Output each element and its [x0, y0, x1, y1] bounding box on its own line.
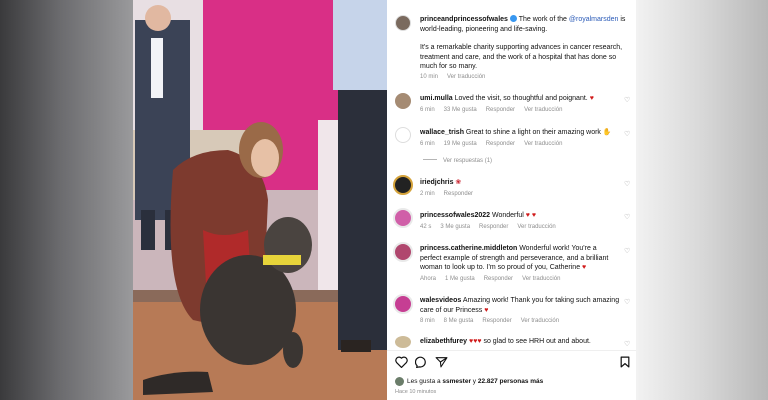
avatar[interactable] [393, 208, 413, 228]
comment-meta: Ahora 1 Me gusta Responder Ver traducción [420, 276, 569, 282]
reply-button[interactable]: Responder [486, 141, 515, 147]
comment-text: princessofwales2022 Wonderful ♥ ♥ [420, 211, 620, 221]
like-comment-heart-icon[interactable]: ♡ [624, 299, 631, 306]
comment-meta: 2 min Responder [420, 191, 482, 197]
author-username[interactable]: princeandprincessofwales [420, 16, 508, 23]
comment-time: 42 s [420, 224, 432, 230]
like-comment-heart-icon[interactable]: ♡ [624, 131, 631, 138]
reply-button[interactable]: Responder [479, 224, 508, 230]
view-replies-link[interactable]: Ver respuestas (1) [423, 158, 501, 164]
comment-time: 6 min [420, 107, 435, 113]
comment-text: wallace_trish Great to shine a light on … [420, 128, 620, 138]
red-heart-emoji-icon: ♥ ♥ [525, 212, 536, 219]
comment-time: Ahora [420, 276, 437, 282]
share-icon[interactable] [435, 356, 448, 368]
rose-emoji-icon: ❀ [455, 179, 462, 186]
mention-link[interactable]: @royalmarsden [569, 16, 619, 23]
likes-summary[interactable]: Les gusta a ssmester y 22.827 personas m… [407, 377, 543, 387]
post-photo [133, 0, 387, 400]
instagram-post-viewer: princeandprincessofwales The work of the… [0, 0, 768, 400]
avatar[interactable] [395, 336, 411, 348]
red-heart-emoji-icon: ♥ [582, 264, 587, 272]
comment-text: walesvideos Amazing work! Thank you for … [420, 296, 620, 315]
avatar[interactable] [393, 175, 413, 195]
comment-text: princess.catherine.middleton Wonderful w… [420, 244, 620, 273]
comment-time: 6 min [420, 141, 435, 147]
comment-username[interactable]: walesvideos [420, 297, 461, 304]
caption-paragraph-2: It's a remarkable charity supporting adv… [420, 44, 623, 71]
reply-button[interactable]: Responder [444, 191, 473, 197]
red-heart-emoji-icon: ♥♥♥ [469, 338, 482, 345]
comment-icon[interactable] [415, 356, 428, 368]
avatar[interactable] [393, 242, 413, 262]
translate-link[interactable]: Ver traducción [524, 107, 562, 113]
comment-username[interactable]: princessofwales2022 [420, 212, 490, 219]
red-heart-emoji-icon: ♥ [589, 95, 594, 102]
caption-text: The work of the [516, 16, 569, 23]
reply-button[interactable]: Responder [484, 276, 513, 282]
avatar[interactable] [393, 294, 413, 314]
post-caption: princeandprincessofwales The work of the… [420, 15, 626, 34]
comment-body: Great to shine a light on their amazing … [465, 129, 601, 136]
comment-meta: 6 min 33 Me gusta Responder Ver traducción [420, 107, 571, 113]
comment-time: 8 min [420, 318, 435, 324]
view-replies-label: Ver respuestas (1) [443, 158, 493, 164]
likes-prefix: Les gusta a [407, 378, 443, 385]
post-photo-illustration [133, 0, 387, 400]
comment-likes[interactable]: 19 Me gusta [444, 141, 477, 147]
caption-meta: 10 min Ver traducción [420, 74, 494, 80]
heart-icon[interactable] [395, 356, 408, 368]
likes-user[interactable]: ssmester [442, 378, 471, 385]
comment-username[interactable]: iriedjchris [420, 179, 453, 186]
comment-likes[interactable]: 3 Me gusta [440, 224, 470, 230]
comment-username[interactable]: elizabethfurey [420, 338, 467, 345]
comment-time: 2 min [420, 191, 435, 197]
comment-likes[interactable]: 33 Me gusta [444, 107, 477, 113]
replies-divider [423, 159, 437, 160]
like-comment-heart-icon[interactable]: ♡ [624, 97, 631, 104]
avatar[interactable] [395, 127, 411, 143]
comment-meta: 8 min 8 Me gusta Responder Ver traducción [420, 318, 568, 324]
likes-mid: y [470, 378, 478, 385]
verified-badge-icon [509, 15, 517, 22]
translate-link[interactable]: Ver traducción [522, 276, 560, 282]
comment-likes[interactable]: 1 Me gusta [445, 276, 475, 282]
bookmark-icon[interactable] [620, 356, 630, 368]
liker-avatar[interactable] [395, 377, 404, 386]
translate-link[interactable]: Ver traducción [517, 224, 555, 230]
comment-body: Loved the visit, so thoughtful and poign… [454, 95, 588, 102]
post-timestamp: Hace 10 minutos [395, 389, 437, 395]
likes-count[interactable]: 22.827 personas más [478, 378, 543, 385]
like-comment-heart-icon[interactable]: ♡ [624, 181, 631, 188]
comment-username[interactable]: wallace_trish [420, 129, 464, 136]
caption-time: 10 min [420, 74, 439, 80]
comment-username[interactable]: umi.mulla [420, 95, 453, 102]
comment-text: iriedjchris ❀ [420, 178, 620, 188]
comment-body: Wonderful [492, 212, 524, 219]
translate-link[interactable]: Ver traducción [524, 141, 562, 147]
comment-likes[interactable]: 8 Me gusta [444, 318, 474, 324]
comments-panel: princeandprincessofwales The work of the… [387, 0, 636, 400]
comment-username[interactable]: princess.catherine.middleton [420, 245, 517, 252]
translate-link[interactable]: Ver traducción [521, 318, 559, 324]
reply-button[interactable]: Responder [482, 318, 511, 324]
like-comment-heart-icon[interactable]: ♡ [624, 341, 631, 348]
post-actions-bar: Les gusta a ssmester y 22.827 personas m… [387, 350, 636, 400]
reply-button[interactable]: Responder [486, 107, 515, 113]
comment-meta: 6 min 19 Me gusta Responder Ver traducción [420, 141, 571, 147]
clapping-hands-emoji-icon: ✋ [602, 129, 612, 136]
caption-translate-link[interactable]: Ver traducción [447, 74, 485, 80]
comment-body: so glad to see HRH out and about. [483, 338, 591, 345]
comment-meta: 42 s 3 Me gusta Responder Ver traducción [420, 224, 565, 230]
author-avatar[interactable] [395, 15, 411, 31]
like-comment-heart-icon[interactable]: ♡ [624, 214, 631, 221]
red-heart-emoji-icon: ♥ [484, 306, 489, 314]
blurred-background-right [636, 0, 768, 400]
blurred-background-left [0, 0, 133, 400]
avatar[interactable] [395, 93, 411, 109]
like-comment-heart-icon[interactable]: ♡ [624, 248, 631, 255]
comment-text: elizabethfurey ♥♥♥ so glad to see HRH ou… [420, 337, 620, 347]
comment-text: umi.mulla Loved the visit, so thoughtful… [420, 94, 620, 104]
